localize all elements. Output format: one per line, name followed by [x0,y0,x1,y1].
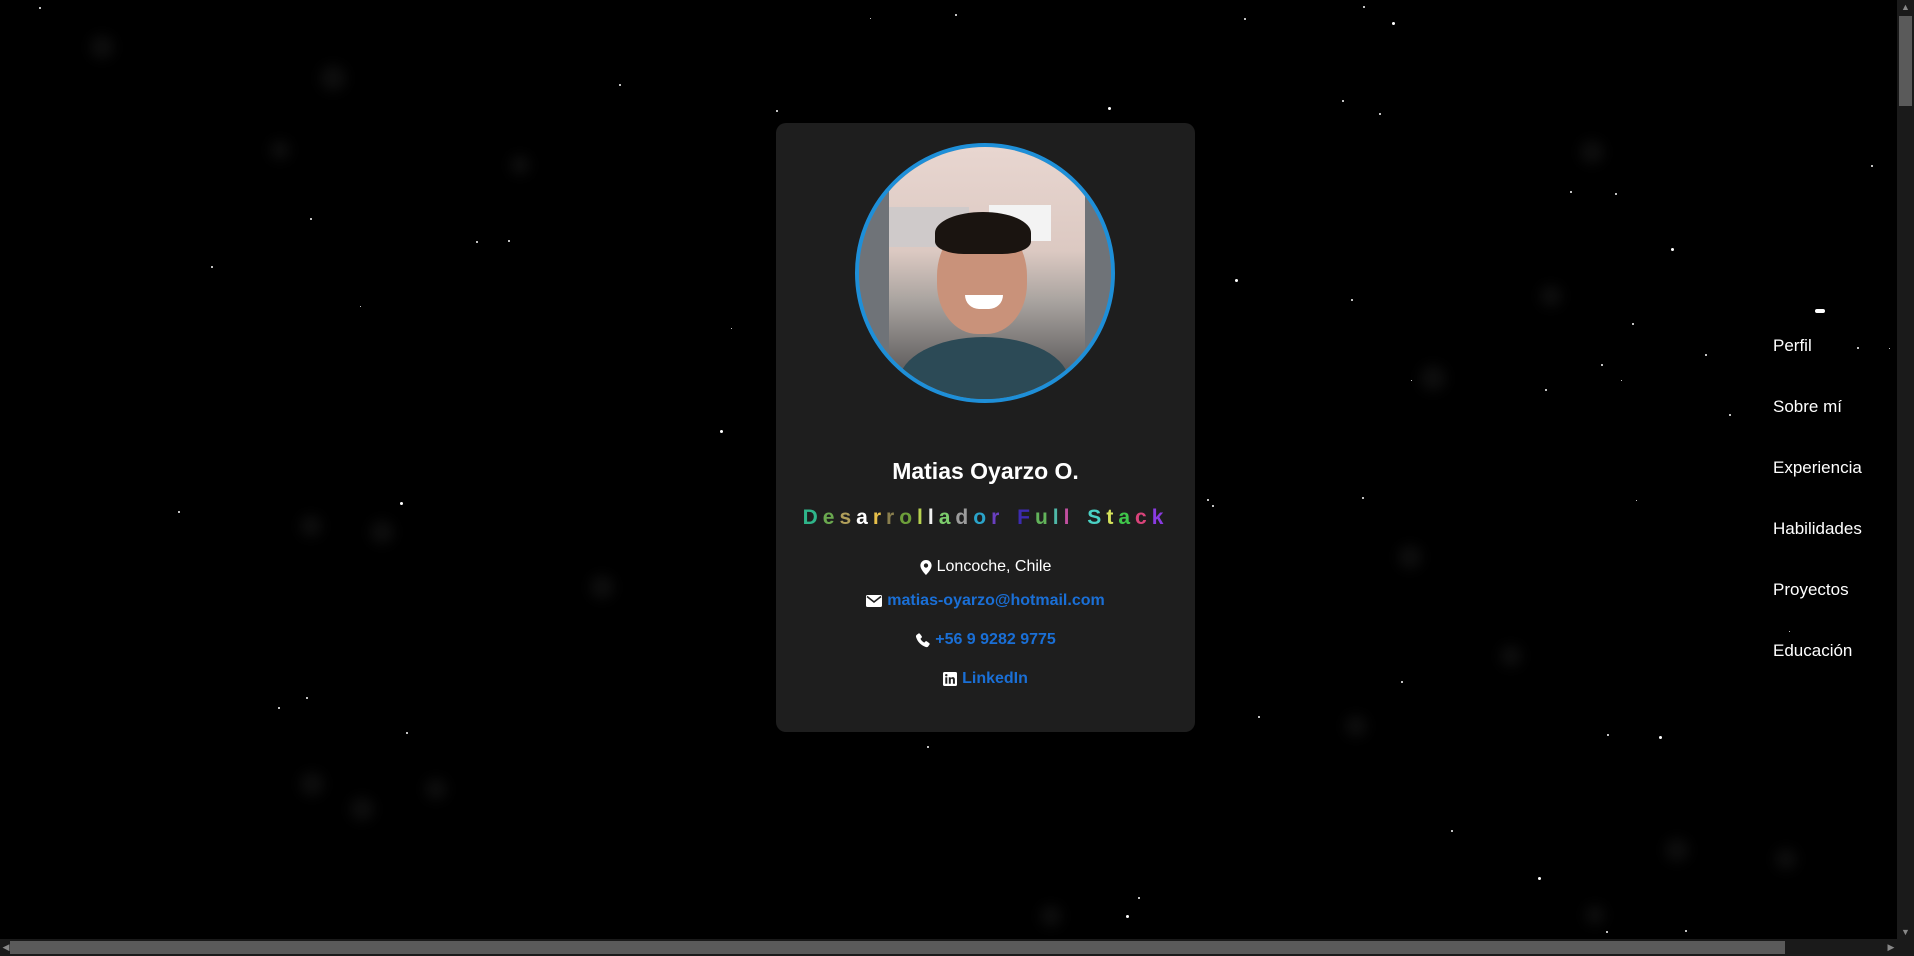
scroll-down-icon[interactable]: ▼ [1897,925,1914,939]
role-letter: c [1135,506,1152,529]
profile-card: Matias Oyarzo O. Desarrollador Full Stac… [776,123,1195,732]
nav-item-perfil[interactable]: Perfil [1773,336,1812,356]
role-letter: S [1087,506,1107,529]
role-letter: r [886,506,900,529]
phone-row: +56 9 9282 9775 [776,631,1195,649]
role-letter: F [1017,506,1035,529]
role-letter [1074,506,1085,529]
role-letter: s [839,506,857,529]
role-letter: l [1063,506,1075,529]
nav-item-educacion[interactable]: Educación [1773,641,1852,661]
phone-icon [915,632,930,648]
email-link[interactable]: matias-oyarzo@hotmail.com [887,592,1104,610]
profile-name: Matias Oyarzo O. [892,458,1079,484]
nav-indicator [1815,309,1825,313]
role-letter: t [1106,506,1119,529]
map-marker-icon [920,559,932,575]
linkedin-link[interactable]: LinkedIn [962,670,1028,688]
role-letter: a [938,506,956,529]
role-letter: a [1118,506,1135,529]
role-letter [1004,506,1015,529]
email-row: matias-oyarzo@hotmail.com [776,592,1195,610]
profile-avatar [855,143,1115,403]
envelope-icon [866,595,883,607]
nav-item-sobre-mi[interactable]: Sobre mí [1773,397,1842,417]
nav-item-habilidades[interactable]: Habilidades [1773,519,1862,539]
scroll-up-icon[interactable]: ▲ [1897,0,1914,14]
linkedin-icon [943,672,958,686]
role-letter: e [822,506,840,529]
role-letter: k [1151,506,1169,529]
profile-role: Desarrollador Full Stack [776,506,1195,530]
role-letter: o [899,506,918,529]
role-letter: d [955,506,974,529]
nav-item-proyectos[interactable]: Proyectos [1773,580,1849,600]
location-text: Loncoche, Chile [936,558,1052,575]
phone-link[interactable]: +56 9 9282 9775 [935,631,1056,649]
role-letter: l [1052,506,1064,529]
role-letter: o [973,506,992,529]
role-letter: u [1034,506,1053,529]
role-letter: r [872,506,887,529]
horizontal-scrollbar[interactable]: ◀ ▶ [0,939,1897,956]
role-letter: r [991,506,1005,529]
vertical-scroll-thumb[interactable] [1899,16,1912,106]
location-row: Loncoche, Chile [776,558,1195,576]
role-letter: l [917,506,928,529]
role-letter: a [856,506,873,529]
scrollbar-corner [1897,939,1914,956]
nav-item-experiencia[interactable]: Experiencia [1773,458,1862,478]
scroll-right-icon[interactable]: ▶ [1885,939,1897,956]
horizontal-scroll-thumb[interactable] [10,941,1785,954]
role-letter: l [927,506,939,529]
role-letter: D [802,506,823,529]
linkedin-row: LinkedIn [776,670,1195,688]
vertical-scrollbar[interactable]: ▲ ▼ [1897,0,1914,939]
